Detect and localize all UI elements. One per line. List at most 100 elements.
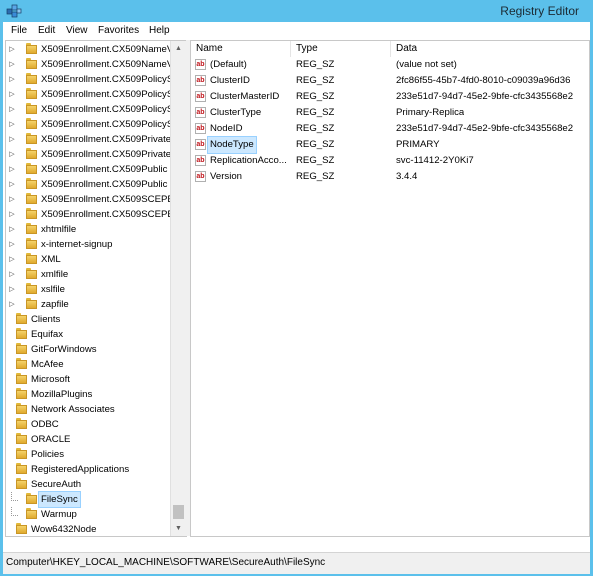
value-row[interactable]: ab ClusterID REG_SZ 2fc86f55-45b7-4fd0-8010… [191,73,589,89]
scrollbar-thumb[interactable] [173,505,184,519]
expand-arrow-icon[interactable]: ▷ [8,297,16,312]
tree-node[interactable]: ▷ X509Enrollment.CX509Public [6,162,171,177]
tree-node[interactable]: Equifax [6,327,171,342]
tree-node[interactable]: ▷ X509Enrollment.CX509PolicyS [6,102,171,117]
expand-arrow-icon[interactable]: ▷ [8,222,16,237]
title-bar[interactable]: Registry Editor [0,0,593,22]
tree-node-label: Equifax [31,329,63,340]
tree-node[interactable]: Policies [6,447,171,462]
expand-arrow-icon[interactable]: ▷ [8,147,16,162]
expand-arrow-icon[interactable]: ▷ [8,132,16,147]
value-type: REG_SZ [296,155,335,166]
expand-arrow-icon[interactable]: ▷ [8,252,16,267]
tree-node[interactable]: ▷ X509Enrollment.CX509PolicyS [6,72,171,87]
folder-icon [16,463,27,474]
value-data: Primary-Replica [396,107,465,118]
tree-node[interactable]: Microsoft [6,372,171,387]
value-data: PRIMARY [396,139,440,150]
folder-icon [26,508,37,519]
string-value-icon: ab [195,107,206,118]
tree-node[interactable]: ▷ zapfile [6,297,171,312]
menu-file[interactable]: File [11,25,27,36]
tree-node[interactable]: RegisteredApplications [6,462,171,477]
tree-node[interactable]: MozillaPlugins [6,387,171,402]
tree-node-label: GitForWindows [31,344,97,355]
tree-node[interactable]: ▷ X509Enrollment.CX509NameV [6,42,171,57]
column-header-data[interactable]: Data [391,41,589,57]
tree-node[interactable]: ▷ X509Enrollment.CX509PolicyS [6,117,171,132]
tree-node[interactable]: SecureAuth [6,477,171,492]
value-row[interactable]: ab ClusterType REG_SZ Primary-Replica [191,105,589,121]
expand-arrow-icon[interactable]: ▷ [8,237,16,252]
expand-arrow-icon[interactable]: ▷ [8,72,16,87]
expand-arrow-icon[interactable]: ▷ [8,42,16,57]
expand-arrow-icon[interactable]: ▷ [8,177,16,192]
value-type: REG_SZ [296,139,335,150]
values-pane[interactable]: Name Type Data ab (Default) REG_SZ (value n… [190,40,590,537]
folder-icon [16,328,27,339]
folder-icon [16,313,27,324]
tree-node[interactable]: ▷ x-internet-signup [6,237,171,252]
tree-node-label: MozillaPlugins [31,389,93,400]
tree-node[interactable]: Network Associates [6,402,171,417]
tree-vertical-scrollbar[interactable]: ▲ ▼ [170,41,186,536]
value-row[interactable]: ab ReplicationAcco... REG_SZ svc-11412-2Y0K… [191,153,589,169]
expand-arrow-icon[interactable]: ▷ [8,267,16,282]
tree-node[interactable]: ▷ X509Enrollment.CX509SCEPE [6,207,171,222]
menu-edit[interactable]: Edit [38,25,55,36]
folder-icon [26,193,37,204]
folder-icon [26,283,37,294]
folder-icon [26,208,37,219]
menu-view[interactable]: View [66,25,88,36]
expand-arrow-icon[interactable]: ▷ [8,87,16,102]
folder-icon [16,358,27,369]
tree-node-label: X509Enrollment.CX509PolicyS [41,74,171,85]
tree-node[interactable]: ▷ XML [6,252,171,267]
value-name: ClusterMasterID [210,91,280,102]
tree-node[interactable]: Clients [6,312,171,327]
expand-arrow-icon[interactable]: ▷ [8,117,16,132]
tree-node[interactable]: ▷ X509Enrollment.CX509Private [6,147,171,162]
tree-node-label: Network Associates [31,404,115,415]
column-header-type[interactable]: Type [291,41,391,57]
tree-node[interactable]: ▷ xhtmlfile [6,222,171,237]
expand-arrow-icon[interactable]: ▷ [8,192,16,207]
value-row[interactable]: ab NodeType REG_SZ PRIMARY [191,136,589,154]
scroll-down-arrow-icon[interactable]: ▼ [171,521,186,536]
tree-node[interactable]: GitForWindows [6,342,171,357]
menu-help[interactable]: Help [149,25,170,36]
registry-tree-pane[interactable]: ▷ X509Enrollment.CX509NameV ▷ X509Enrollmen… [5,40,187,537]
tree-node[interactable]: ▷ X509Enrollment.CX509PolicyS [6,87,171,102]
expand-arrow-icon[interactable]: ▷ [8,282,16,297]
tree-node[interactable]: ODBC [6,417,171,432]
tree-node[interactable]: McAfee [6,357,171,372]
value-row[interactable]: ab ClusterMasterID REG_SZ 233e51d7-94d7-45e… [191,89,589,105]
expand-arrow-icon[interactable]: ▷ [8,162,16,177]
tree-node-label: ORACLE [31,434,71,445]
tree-node[interactable]: ▷ xslfile [6,282,171,297]
expand-arrow-icon[interactable]: ▷ [8,207,16,222]
expand-arrow-icon[interactable]: ▷ [8,57,16,72]
tree-node[interactable]: FileSync [6,491,171,508]
tree-node-label: McAfee [31,359,64,370]
tree-node[interactable]: ▷ xmlfile [6,267,171,282]
scroll-up-arrow-icon[interactable]: ▲ [171,41,186,56]
tree-node[interactable]: ▷ X509Enrollment.CX509NameV [6,57,171,72]
folder-icon [16,418,27,429]
value-row[interactable]: ab NodeID REG_SZ 233e51d7-94d7-45e2-9bfe-cf… [191,121,589,137]
value-name: ClusterType [210,107,262,118]
value-type: REG_SZ [296,91,335,102]
menu-favorites[interactable]: Favorites [98,25,139,36]
tree-node[interactable]: ▷ X509Enrollment.CX509SCEPE [6,192,171,207]
tree-node[interactable]: ▷ X509Enrollment.CX509Public [6,177,171,192]
column-header-name[interactable]: Name [191,41,291,57]
tree-node-label: Policies [31,449,65,460]
tree-node[interactable]: ▷ X509Enrollment.CX509Private [6,132,171,147]
value-row[interactable]: ab (Default) REG_SZ (value not set) [191,57,589,73]
tree-node[interactable]: Warmup [6,507,171,522]
expand-arrow-icon[interactable]: ▷ [8,102,16,117]
string-value-icon: ab [195,59,206,70]
value-row[interactable]: ab Version REG_SZ 3.4.4 [191,169,589,185]
tree-node[interactable]: ORACLE [6,432,171,447]
tree-node[interactable]: Wow6432Node [6,522,171,536]
